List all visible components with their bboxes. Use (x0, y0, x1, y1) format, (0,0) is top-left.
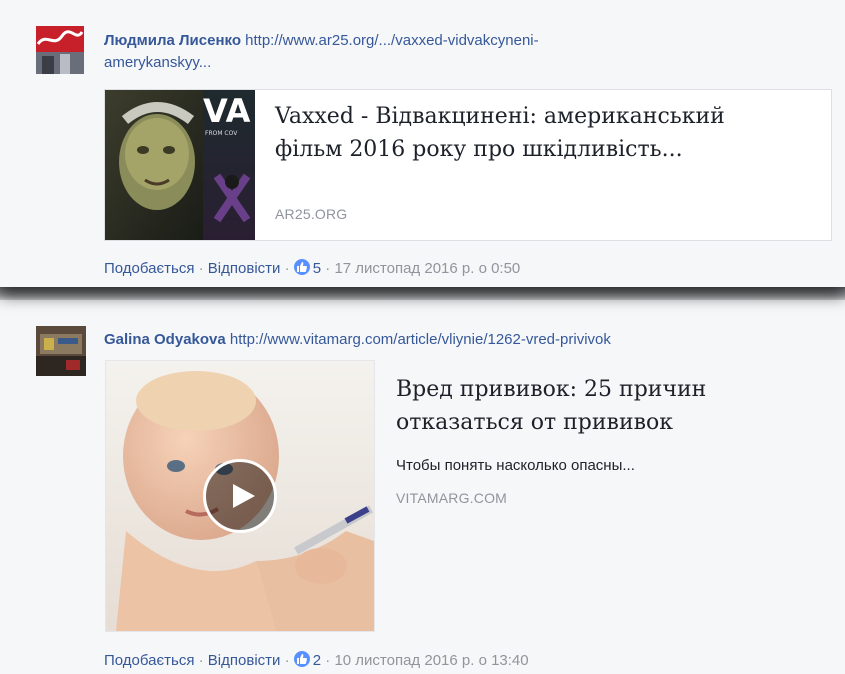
preview-title-line2: отказаться от прививок (396, 410, 673, 435)
comment-actions: Подобається · Відповісти · 2 · 10 листоп… (104, 651, 529, 669)
preview-title[interactable]: Вред прививок: 25 причин отказаться от п… (396, 373, 816, 439)
comment-actions: Подобається · Відповісти · 5 · 17 листоп… (104, 259, 520, 277)
like-link[interactable]: Подобається (104, 652, 194, 669)
comment-link[interactable]: http://www.ar25.org/.../vaxxed-vidvakcyn… (245, 32, 538, 49)
link-preview[interactable] (105, 360, 375, 632)
video-thumbnail[interactable] (106, 361, 374, 631)
separator: · (198, 652, 204, 669)
preview-title-line1: Вред прививок: 25 причин (396, 377, 707, 402)
preview-title-line1: Vaxxed - Відвакцинені: американський (275, 104, 725, 129)
play-icon (233, 484, 255, 508)
comment-header: Galina Odyakova http://www.vitamarg.com/… (104, 329, 834, 351)
thumbs-up-icon (293, 259, 310, 275)
reaction-count[interactable]: 5 (293, 259, 326, 277)
play-button[interactable] (203, 459, 277, 533)
comment-header: Людмила Лисенко http://www.ar25.org/.../… (104, 30, 804, 74)
comment-author[interactable]: Galina Odyakova (104, 331, 226, 348)
avatar[interactable] (36, 26, 84, 74)
separator: · (325, 260, 331, 277)
preview-title-line2: фільм 2016 року про шкідливість... (275, 137, 683, 162)
comment-timestamp[interactable]: 17 листопад 2016 р. о 0:50 (334, 260, 520, 277)
comment-1: Людмила Лисенко http://www.ar25.org/.../… (0, 0, 845, 287)
reaction-count[interactable]: 2 (293, 651, 326, 669)
separator: · (284, 260, 290, 277)
reaction-count-value: 5 (312, 260, 322, 277)
comment-2: Galina Odyakova http://www.vitamarg.com/… (0, 300, 845, 674)
reply-link[interactable]: Відповісти (208, 652, 281, 669)
preview-domain: VITAMARG.COM (396, 490, 508, 506)
preview-domain: AR25.ORG (275, 206, 348, 222)
reaction-count-value: 2 (312, 652, 322, 669)
thumbnail-subtext: FROM COV (205, 130, 238, 137)
like-link[interactable]: Подобається (104, 260, 194, 277)
thumbnail-text: VA (203, 92, 251, 130)
separator: · (325, 652, 331, 669)
avatar[interactable] (36, 326, 86, 376)
comment-link[interactable]: http://www.vitamarg.com/article/vliynie/… (230, 331, 611, 348)
comment-author[interactable]: Людмила Лисенко (104, 32, 241, 49)
preview-description: Чтобы понять насколько опасны... (396, 457, 635, 474)
comment-link-continued[interactable]: amerykanskyy... (104, 54, 211, 71)
reply-link[interactable]: Відповісти (208, 260, 281, 277)
comment-timestamp[interactable]: 10 листопад 2016 р. о 13:40 (334, 652, 528, 669)
thumbs-up-icon (293, 651, 310, 667)
divider (0, 287, 845, 301)
preview-thumbnail[interactable]: VA FROM COV (105, 90, 255, 240)
separator: · (198, 260, 204, 277)
separator: · (284, 652, 290, 669)
link-preview[interactable]: VA FROM COV Vaxxed - Відвакцинені: амери… (104, 89, 832, 241)
preview-title[interactable]: Vaxxed - Відвакцинені: американський філ… (275, 100, 815, 166)
